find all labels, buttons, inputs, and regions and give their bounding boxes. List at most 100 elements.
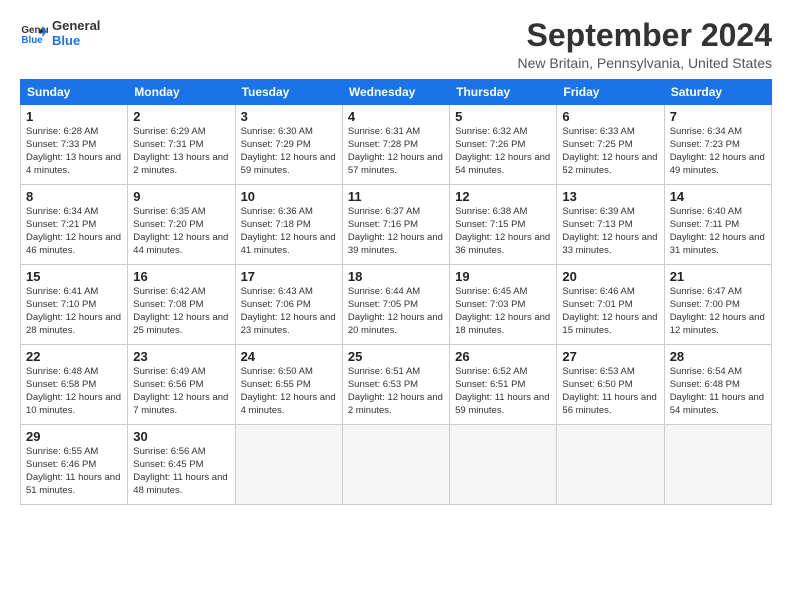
day-detail: Sunrise: 6:47 AMSunset: 7:00 PMDaylight:…: [670, 286, 765, 335]
calendar-cell: [664, 425, 771, 505]
calendar-cell: 29 Sunrise: 6:55 AMSunset: 6:46 PMDayligh…: [21, 425, 128, 505]
day-number: 14: [670, 189, 766, 204]
svg-text:Blue: Blue: [21, 35, 43, 46]
day-detail: Sunrise: 6:53 AMSunset: 6:50 PMDaylight:…: [562, 366, 656, 415]
calendar-cell: [450, 425, 557, 505]
day-number: 9: [133, 189, 229, 204]
calendar-cell: 6 Sunrise: 6:33 AMSunset: 7:25 PMDaylight…: [557, 105, 664, 185]
calendar-cell: 21 Sunrise: 6:47 AMSunset: 7:00 PMDayligh…: [664, 265, 771, 345]
day-detail: Sunrise: 6:43 AMSunset: 7:06 PMDaylight:…: [241, 286, 336, 335]
day-number: 2: [133, 109, 229, 124]
day-detail: Sunrise: 6:44 AMSunset: 7:05 PMDaylight:…: [348, 286, 443, 335]
month-title: September 2024: [518, 18, 772, 53]
calendar-cell: 18 Sunrise: 6:44 AMSunset: 7:05 PMDayligh…: [342, 265, 449, 345]
calendar-cell: 2Sunrise: 6:29 AMSunset: 7:31 PMDaylight…: [128, 105, 235, 185]
day-detail: Sunrise: 6:38 AMSunset: 7:15 PMDaylight:…: [455, 206, 550, 255]
calendar-cell: 7 Sunrise: 6:34 AMSunset: 7:23 PMDaylight…: [664, 105, 771, 185]
day-number: 27: [562, 349, 658, 364]
day-number: 7: [670, 109, 766, 124]
day-number: 1: [26, 109, 122, 124]
day-number: 13: [562, 189, 658, 204]
day-detail: Sunrise: 6:40 AMSunset: 7:11 PMDaylight:…: [670, 206, 765, 255]
location: New Britain, Pennsylvania, United States: [518, 55, 772, 71]
day-detail: Sunrise: 6:52 AMSunset: 6:51 PMDaylight:…: [455, 366, 549, 415]
calendar-cell: 9 Sunrise: 6:35 AMSunset: 7:20 PMDaylight…: [128, 185, 235, 265]
calendar-cell: 22 Sunrise: 6:48 AMSunset: 6:58 PMDayligh…: [21, 345, 128, 425]
day-detail: Sunrise: 6:31 AMSunset: 7:28 PMDaylight:…: [348, 126, 443, 175]
day-detail: Sunrise: 6:42 AMSunset: 7:08 PMDaylight:…: [133, 286, 228, 335]
calendar-cell: 16 Sunrise: 6:42 AMSunset: 7:08 PMDayligh…: [128, 265, 235, 345]
day-detail: Sunrise: 6:48 AMSunset: 6:58 PMDaylight:…: [26, 366, 121, 415]
day-number: 25: [348, 349, 444, 364]
weekday-header: Monday: [128, 80, 235, 105]
weekday-header: Thursday: [450, 80, 557, 105]
day-number: 3: [241, 109, 337, 124]
day-number: 19: [455, 269, 551, 284]
calendar-cell: 25 Sunrise: 6:51 AMSunset: 6:53 PMDayligh…: [342, 345, 449, 425]
calendar-cell: 3 Sunrise: 6:30 AMSunset: 7:29 PMDaylight…: [235, 105, 342, 185]
day-number: 28: [670, 349, 766, 364]
day-number: 29: [26, 429, 122, 444]
day-number: 21: [670, 269, 766, 284]
day-detail: Sunrise: 6:28 AMSunset: 7:33 PMDaylight:…: [26, 126, 121, 175]
day-number: 26: [455, 349, 551, 364]
day-number: 5: [455, 109, 551, 124]
day-number: 16: [133, 269, 229, 284]
day-detail: Sunrise: 6:54 AMSunset: 6:48 PMDaylight:…: [670, 366, 764, 415]
day-detail: Sunrise: 6:34 AMSunset: 7:21 PMDaylight:…: [26, 206, 121, 255]
day-number: 20: [562, 269, 658, 284]
logo: General Blue General Blue: [20, 18, 100, 48]
calendar-cell: [342, 425, 449, 505]
day-detail: Sunrise: 6:46 AMSunset: 7:01 PMDaylight:…: [562, 286, 657, 335]
day-detail: Sunrise: 6:49 AMSunset: 6:56 PMDaylight:…: [133, 366, 228, 415]
day-detail: Sunrise: 6:45 AMSunset: 7:03 PMDaylight:…: [455, 286, 550, 335]
title-area: September 2024 New Britain, Pennsylvania…: [518, 18, 772, 71]
calendar-page: General Blue General Blue September 2024…: [0, 0, 792, 515]
calendar-cell: 5 Sunrise: 6:32 AMSunset: 7:26 PMDaylight…: [450, 105, 557, 185]
header: General Blue General Blue September 2024…: [20, 18, 772, 71]
day-number: 22: [26, 349, 122, 364]
day-detail: Sunrise: 6:55 AMSunset: 6:46 PMDaylight:…: [26, 446, 120, 495]
day-number: 10: [241, 189, 337, 204]
day-number: 11: [348, 189, 444, 204]
calendar-cell: [557, 425, 664, 505]
weekday-header: Saturday: [664, 80, 771, 105]
weekday-header: Tuesday: [235, 80, 342, 105]
day-number: 6: [562, 109, 658, 124]
weekday-header: Friday: [557, 80, 664, 105]
day-detail: Sunrise: 6:34 AMSunset: 7:23 PMDaylight:…: [670, 126, 765, 175]
calendar-cell: 8Sunrise: 6:34 AMSunset: 7:21 PMDaylight…: [21, 185, 128, 265]
calendar-cell: 24 Sunrise: 6:50 AMSunset: 6:55 PMDayligh…: [235, 345, 342, 425]
calendar-cell: 14 Sunrise: 6:40 AMSunset: 7:11 PMDayligh…: [664, 185, 771, 265]
day-detail: Sunrise: 6:36 AMSunset: 7:18 PMDaylight:…: [241, 206, 336, 255]
calendar-cell: 27 Sunrise: 6:53 AMSunset: 6:50 PMDayligh…: [557, 345, 664, 425]
day-detail: Sunrise: 6:56 AMSunset: 6:45 PMDaylight:…: [133, 446, 227, 495]
calendar-cell: 11 Sunrise: 6:37 AMSunset: 7:16 PMDayligh…: [342, 185, 449, 265]
calendar-cell: 26 Sunrise: 6:52 AMSunset: 6:51 PMDayligh…: [450, 345, 557, 425]
day-detail: Sunrise: 6:51 AMSunset: 6:53 PMDaylight:…: [348, 366, 443, 415]
day-number: 18: [348, 269, 444, 284]
calendar-cell: 10 Sunrise: 6:36 AMSunset: 7:18 PMDayligh…: [235, 185, 342, 265]
day-detail: Sunrise: 6:30 AMSunset: 7:29 PMDaylight:…: [241, 126, 336, 175]
calendar-cell: 1 Sunrise: 6:28 AMSunset: 7:33 PMDaylight…: [21, 105, 128, 185]
day-detail: Sunrise: 6:41 AMSunset: 7:10 PMDaylight:…: [26, 286, 121, 335]
calendar-cell: 17 Sunrise: 6:43 AMSunset: 7:06 PMDayligh…: [235, 265, 342, 345]
day-detail: Sunrise: 6:37 AMSunset: 7:16 PMDaylight:…: [348, 206, 443, 255]
calendar-cell: 23 Sunrise: 6:49 AMSunset: 6:56 PMDayligh…: [128, 345, 235, 425]
calendar-cell: 13 Sunrise: 6:39 AMSunset: 7:13 PMDayligh…: [557, 185, 664, 265]
day-number: 17: [241, 269, 337, 284]
day-number: 24: [241, 349, 337, 364]
calendar-cell: 28 Sunrise: 6:54 AMSunset: 6:48 PMDayligh…: [664, 345, 771, 425]
day-detail: Sunrise: 6:50 AMSunset: 6:55 PMDaylight:…: [241, 366, 336, 415]
calendar-table: SundayMondayTuesdayWednesdayThursdayFrid…: [20, 79, 772, 505]
logo-icon: General Blue: [20, 19, 48, 47]
day-number: 23: [133, 349, 229, 364]
calendar-cell: 30Sunrise: 6:56 AMSunset: 6:45 PMDayligh…: [128, 425, 235, 505]
calendar-cell: 12Sunrise: 6:38 AMSunset: 7:15 PMDayligh…: [450, 185, 557, 265]
day-detail: Sunrise: 6:35 AMSunset: 7:20 PMDaylight:…: [133, 206, 228, 255]
day-detail: Sunrise: 6:33 AMSunset: 7:25 PMDaylight:…: [562, 126, 657, 175]
calendar-cell: 4 Sunrise: 6:31 AMSunset: 7:28 PMDaylight…: [342, 105, 449, 185]
day-detail: Sunrise: 6:39 AMSunset: 7:13 PMDaylight:…: [562, 206, 657, 255]
day-number: 4: [348, 109, 444, 124]
day-detail: Sunrise: 6:32 AMSunset: 7:26 PMDaylight:…: [455, 126, 550, 175]
